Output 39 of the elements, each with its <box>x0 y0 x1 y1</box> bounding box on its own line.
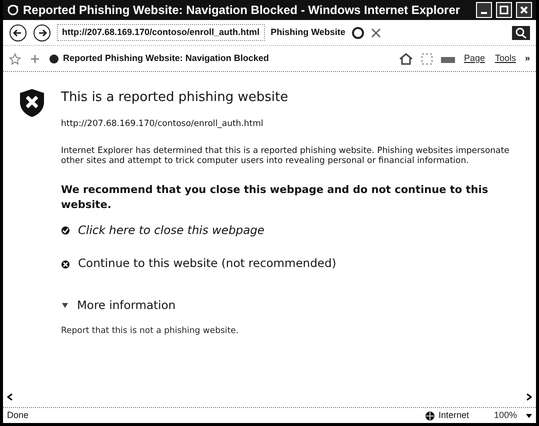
phishing-warning[interactable]: Phishing Website <box>270 26 346 40</box>
forward-icon[interactable] <box>33 24 51 42</box>
menu-button[interactable]: Tools <box>494 50 517 66</box>
close-button[interactable] <box>516 2 532 18</box>
home-icon[interactable] <box>398 52 413 64</box>
scroll-right-icon[interactable] <box>526 393 532 401</box>
menu-button[interactable]: Page <box>462 50 486 66</box>
blocked-url: http://207.68.169.170/contoso/enroll_auth.html <box>61 118 264 130</box>
dropdown-icon[interactable] <box>526 414 532 418</box>
globe-icon <box>425 410 436 420</box>
back-icon[interactable] <box>9 24 27 42</box>
description-text: Internet Explorer has determined that this is a reported phishing website. Phishing websites impersonate other sites and attempt to trick computer users into revealing personal or financial information. <box>61 146 510 167</box>
add-favorites-icon[interactable] <box>29 52 41 64</box>
browser-logo-icon <box>7 4 19 16</box>
status-text: Done <box>7 408 30 422</box>
page-tab[interactable]: Reported Phishing Website: Navigation Blocked <box>49 52 269 66</box>
minimize-icon <box>481 12 487 14</box>
minimize-button[interactable] <box>476 2 492 18</box>
stop-icon[interactable] <box>371 28 382 38</box>
x-icon <box>61 260 70 268</box>
maximize-icon <box>499 5 509 15</box>
security-zone: Internet <box>438 408 469 422</box>
shield-x-icon <box>19 88 45 118</box>
check-icon <box>61 226 70 236</box>
action-link[interactable]: Continue to this website (not recommended) <box>61 255 528 273</box>
window-title: Reported Phishing Website: Navigation Blocked - Windows Internet Explorer <box>23 2 462 19</box>
favorites-star-icon[interactable] <box>9 52 21 64</box>
chevron-button[interactable]: » <box>524 52 530 66</box>
scroll-left-icon[interactable] <box>7 393 13 401</box>
address-field[interactable]: http://207.68.169.170/contoso/enroll_auth.html <box>57 24 265 42</box>
maximize-button[interactable] <box>496 2 512 18</box>
search-icon[interactable] <box>512 26 530 40</box>
action-link[interactable]: Click here to close this webpage <box>61 222 528 240</box>
report-link[interactable]: Report that this is not a phishing website. <box>61 324 239 338</box>
page-heading: This is a reported phishing website <box>61 89 290 107</box>
close-icon <box>519 5 529 15</box>
zoom-button[interactable]: 100% <box>492 408 518 424</box>
more-information-toggle[interactable]: More information <box>61 296 528 314</box>
recommendation-text: We recommend that you close this webpage and do not continue to this website. <box>61 182 490 214</box>
